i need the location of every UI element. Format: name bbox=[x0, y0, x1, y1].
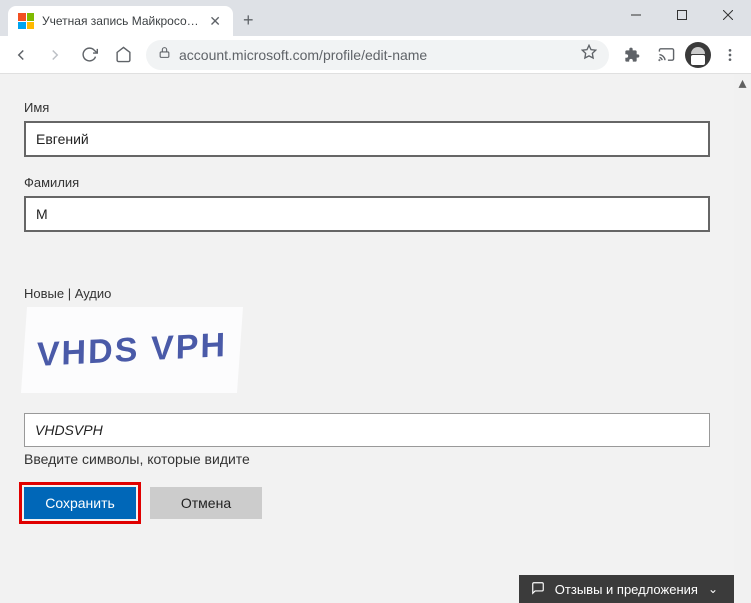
chevron-down-icon: ⌄ bbox=[708, 582, 718, 596]
cast-icon[interactable] bbox=[651, 40, 681, 70]
lock-icon bbox=[158, 46, 171, 64]
microsoft-icon bbox=[18, 13, 34, 29]
save-button[interactable]: Сохранить bbox=[24, 487, 136, 519]
last-name-label: Фамилия bbox=[24, 175, 710, 190]
close-tab-icon[interactable]: ✕ bbox=[207, 13, 223, 30]
minimize-button[interactable] bbox=[613, 0, 659, 30]
new-tab-button[interactable]: + bbox=[243, 10, 254, 31]
close-window-button[interactable] bbox=[705, 0, 751, 30]
forward-button[interactable] bbox=[40, 40, 70, 70]
extensions-icon[interactable] bbox=[617, 40, 647, 70]
captcha-options[interactable]: Новые | Аудио bbox=[24, 286, 710, 301]
profile-avatar[interactable] bbox=[685, 42, 711, 68]
edit-name-form: Имя Фамилия Новые | Аудио VHDS VPH Введи… bbox=[0, 74, 734, 603]
first-name-label: Имя bbox=[24, 100, 710, 115]
captcha-hint: Введите символы, которые видите bbox=[24, 451, 710, 467]
captcha-input[interactable] bbox=[24, 413, 710, 447]
window-controls bbox=[613, 0, 751, 30]
address-bar[interactable]: account.microsoft.com/profile/edit-name bbox=[146, 40, 609, 70]
vertical-scrollbar[interactable]: ▴ bbox=[734, 74, 751, 603]
home-button[interactable] bbox=[108, 40, 138, 70]
maximize-button[interactable] bbox=[659, 0, 705, 30]
feedback-label: Отзывы и предложения bbox=[555, 582, 698, 597]
back-button[interactable] bbox=[6, 40, 36, 70]
cancel-button[interactable]: Отмена bbox=[150, 487, 262, 519]
last-name-input[interactable] bbox=[24, 196, 710, 232]
browser-tab[interactable]: Учетная запись Майкрософт | В ✕ bbox=[8, 6, 233, 36]
menu-icon[interactable] bbox=[715, 40, 745, 70]
tab-title: Учетная запись Майкрософт | В bbox=[42, 14, 199, 28]
browser-toolbar: account.microsoft.com/profile/edit-name bbox=[0, 36, 751, 74]
reload-button[interactable] bbox=[74, 40, 104, 70]
url-text: account.microsoft.com/profile/edit-name bbox=[179, 47, 573, 63]
page-viewport: Имя Фамилия Новые | Аудио VHDS VPH Введи… bbox=[0, 74, 751, 603]
scroll-up-arrow[interactable]: ▴ bbox=[734, 74, 751, 91]
first-name-input[interactable] bbox=[24, 121, 710, 157]
feedback-icon bbox=[531, 581, 545, 598]
window-titlebar: Учетная запись Майкрософт | В ✕ + bbox=[0, 0, 751, 36]
bookmark-star-icon[interactable] bbox=[581, 44, 597, 65]
captcha-image: VHDS VPH bbox=[21, 307, 243, 393]
feedback-bar[interactable]: Отзывы и предложения ⌄ bbox=[519, 575, 734, 603]
form-actions: Сохранить Отмена bbox=[24, 487, 710, 519]
